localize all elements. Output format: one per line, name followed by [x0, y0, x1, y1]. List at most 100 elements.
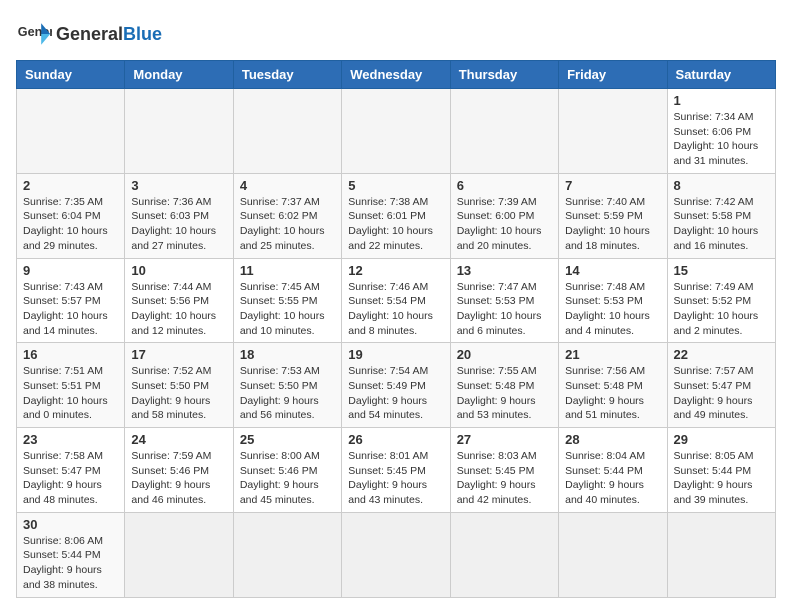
- day-info: Sunrise: 7:37 AM Sunset: 6:02 PM Dayligh…: [240, 195, 335, 254]
- day-info: Sunrise: 7:36 AM Sunset: 6:03 PM Dayligh…: [131, 195, 226, 254]
- calendar-cell: 15 Sunrise: 7:49 AM Sunset: 5:52 PM Dayli…: [667, 258, 775, 343]
- calendar-cell: 1Sunrise: 7:34 AM Sunset: 6:06 PM Daylig…: [667, 89, 775, 174]
- calendar-cell: 16 Sunrise: 7:51 AM Sunset: 5:51 PM Dayli…: [17, 343, 125, 428]
- day-info: Sunrise: 7:49 AM Sunset: 5:52 PM Dayligh…: [674, 280, 769, 339]
- calendar-cell: [233, 512, 341, 597]
- day-info: Sunrise: 7:53 AM Sunset: 5:50 PM Dayligh…: [240, 364, 335, 423]
- calendar-cell: 13 Sunrise: 7:47 AM Sunset: 5:53 PM Dayli…: [450, 258, 558, 343]
- day-number: 30: [23, 517, 118, 532]
- calendar-cell: 21Sunrise: 7:56 AM Sunset: 5:48 PM Dayli…: [559, 343, 667, 428]
- day-info: Sunrise: 7:35 AM Sunset: 6:04 PM Dayligh…: [23, 195, 118, 254]
- calendar-cell: 6Sunrise: 7:39 AM Sunset: 6:00 PM Daylig…: [450, 173, 558, 258]
- day-number: 12: [348, 263, 443, 278]
- day-number: 16: [23, 347, 118, 362]
- day-number: 24: [131, 432, 226, 447]
- day-number: 13: [457, 263, 552, 278]
- day-number: 7: [565, 178, 660, 193]
- day-number: 14: [565, 263, 660, 278]
- calendar-cell: 30 Sunrise: 8:06 AM Sunset: 5:44 PM Dayli…: [17, 512, 125, 597]
- calendar-cell: 28 Sunrise: 8:04 AM Sunset: 5:44 PM Dayli…: [559, 428, 667, 513]
- day-number: 15: [674, 263, 769, 278]
- day-info: Sunrise: 8:01 AM Sunset: 5:45 PM Dayligh…: [348, 449, 443, 508]
- day-number: 21: [565, 347, 660, 362]
- day-number: 18: [240, 347, 335, 362]
- calendar-cell: [17, 89, 125, 174]
- day-number: 5: [348, 178, 443, 193]
- calendar-week-3: 9Sunrise: 7:43 AM Sunset: 5:57 PM Daylig…: [17, 258, 776, 343]
- calendar-cell: 14 Sunrise: 7:48 AM Sunset: 5:53 PM Dayli…: [559, 258, 667, 343]
- calendar-cell: 11 Sunrise: 7:45 AM Sunset: 5:55 PM Dayli…: [233, 258, 341, 343]
- day-info: Sunrise: 7:43 AM Sunset: 5:57 PM Dayligh…: [23, 280, 118, 339]
- calendar-cell: [450, 89, 558, 174]
- calendar-cell: 18 Sunrise: 7:53 AM Sunset: 5:50 PM Dayli…: [233, 343, 341, 428]
- day-info: Sunrise: 7:57 AM Sunset: 5:47 PM Dayligh…: [674, 364, 769, 423]
- calendar-cell: 2 Sunrise: 7:35 AM Sunset: 6:04 PM Daylig…: [17, 173, 125, 258]
- day-info: Sunrise: 7:34 AM Sunset: 6:06 PM Dayligh…: [674, 110, 769, 169]
- day-info: Sunrise: 8:05 AM Sunset: 5:44 PM Dayligh…: [674, 449, 769, 508]
- calendar-cell: [125, 89, 233, 174]
- weekday-header-row: SundayMondayTuesdayWednesdayThursdayFrid…: [17, 61, 776, 89]
- day-number: 22: [674, 347, 769, 362]
- day-number: 20: [457, 347, 552, 362]
- day-info: Sunrise: 7:46 AM Sunset: 5:54 PM Dayligh…: [348, 280, 443, 339]
- day-info: Sunrise: 8:06 AM Sunset: 5:44 PM Dayligh…: [23, 534, 118, 593]
- calendar-cell: 20 Sunrise: 7:55 AM Sunset: 5:48 PM Dayli…: [450, 343, 558, 428]
- calendar-cell: 26Sunrise: 8:01 AM Sunset: 5:45 PM Dayli…: [342, 428, 450, 513]
- day-number: 28: [565, 432, 660, 447]
- calendar-week-2: 2 Sunrise: 7:35 AM Sunset: 6:04 PM Daylig…: [17, 173, 776, 258]
- weekday-header-tuesday: Tuesday: [233, 61, 341, 89]
- day-info: Sunrise: 7:54 AM Sunset: 5:49 PM Dayligh…: [348, 364, 443, 423]
- calendar-cell: [559, 512, 667, 597]
- calendar-cell: 17 Sunrise: 7:52 AM Sunset: 5:50 PM Dayli…: [125, 343, 233, 428]
- calendar-cell: 24 Sunrise: 7:59 AM Sunset: 5:46 PM Dayli…: [125, 428, 233, 513]
- calendar-week-5: 23 Sunrise: 7:58 AM Sunset: 5:47 PM Dayli…: [17, 428, 776, 513]
- header: General GeneralBlue: [16, 16, 776, 52]
- day-number: 17: [131, 347, 226, 362]
- calendar-cell: 19 Sunrise: 7:54 AM Sunset: 5:49 PM Dayli…: [342, 343, 450, 428]
- day-number: 25: [240, 432, 335, 447]
- calendar-cell: [125, 512, 233, 597]
- calendar-cell: 23 Sunrise: 7:58 AM Sunset: 5:47 PM Dayli…: [17, 428, 125, 513]
- calendar-header: SundayMondayTuesdayWednesdayThursdayFrid…: [17, 61, 776, 89]
- weekday-header-sunday: Sunday: [17, 61, 125, 89]
- calendar-cell: 9Sunrise: 7:43 AM Sunset: 5:57 PM Daylig…: [17, 258, 125, 343]
- day-info: Sunrise: 7:59 AM Sunset: 5:46 PM Dayligh…: [131, 449, 226, 508]
- calendar-cell: 27Sunrise: 8:03 AM Sunset: 5:45 PM Dayli…: [450, 428, 558, 513]
- day-info: Sunrise: 7:51 AM Sunset: 5:51 PM Dayligh…: [23, 364, 118, 423]
- calendar-cell: 12 Sunrise: 7:46 AM Sunset: 5:54 PM Dayli…: [342, 258, 450, 343]
- day-number: 2: [23, 178, 118, 193]
- logo-text: GeneralBlue: [56, 24, 162, 45]
- logo-icon: General: [16, 16, 52, 52]
- calendar: SundayMondayTuesdayWednesdayThursdayFrid…: [16, 60, 776, 598]
- day-info: Sunrise: 7:58 AM Sunset: 5:47 PM Dayligh…: [23, 449, 118, 508]
- day-number: 4: [240, 178, 335, 193]
- day-number: 11: [240, 263, 335, 278]
- day-info: Sunrise: 7:55 AM Sunset: 5:48 PM Dayligh…: [457, 364, 552, 423]
- day-number: 19: [348, 347, 443, 362]
- calendar-cell: 8Sunrise: 7:42 AM Sunset: 5:58 PM Daylig…: [667, 173, 775, 258]
- calendar-cell: [667, 512, 775, 597]
- day-info: Sunrise: 7:45 AM Sunset: 5:55 PM Dayligh…: [240, 280, 335, 339]
- calendar-cell: [342, 512, 450, 597]
- day-info: Sunrise: 7:38 AM Sunset: 6:01 PM Dayligh…: [348, 195, 443, 254]
- calendar-cell: 10 Sunrise: 7:44 AM Sunset: 5:56 PM Dayli…: [125, 258, 233, 343]
- day-number: 29: [674, 432, 769, 447]
- day-info: Sunrise: 7:52 AM Sunset: 5:50 PM Dayligh…: [131, 364, 226, 423]
- calendar-cell: 3 Sunrise: 7:36 AM Sunset: 6:03 PM Daylig…: [125, 173, 233, 258]
- calendar-body: 1Sunrise: 7:34 AM Sunset: 6:06 PM Daylig…: [17, 89, 776, 598]
- calendar-week-4: 16 Sunrise: 7:51 AM Sunset: 5:51 PM Dayli…: [17, 343, 776, 428]
- calendar-week-6: 30 Sunrise: 8:06 AM Sunset: 5:44 PM Dayli…: [17, 512, 776, 597]
- day-info: Sunrise: 7:48 AM Sunset: 5:53 PM Dayligh…: [565, 280, 660, 339]
- calendar-cell: [342, 89, 450, 174]
- calendar-cell: 29 Sunrise: 8:05 AM Sunset: 5:44 PM Dayli…: [667, 428, 775, 513]
- day-number: 23: [23, 432, 118, 447]
- day-number: 6: [457, 178, 552, 193]
- calendar-week-1: 1Sunrise: 7:34 AM Sunset: 6:06 PM Daylig…: [17, 89, 776, 174]
- day-number: 10: [131, 263, 226, 278]
- day-number: 27: [457, 432, 552, 447]
- day-info: Sunrise: 8:04 AM Sunset: 5:44 PM Dayligh…: [565, 449, 660, 508]
- day-number: 3: [131, 178, 226, 193]
- day-info: Sunrise: 7:40 AM Sunset: 5:59 PM Dayligh…: [565, 195, 660, 254]
- day-info: Sunrise: 7:47 AM Sunset: 5:53 PM Dayligh…: [457, 280, 552, 339]
- day-info: Sunrise: 7:44 AM Sunset: 5:56 PM Dayligh…: [131, 280, 226, 339]
